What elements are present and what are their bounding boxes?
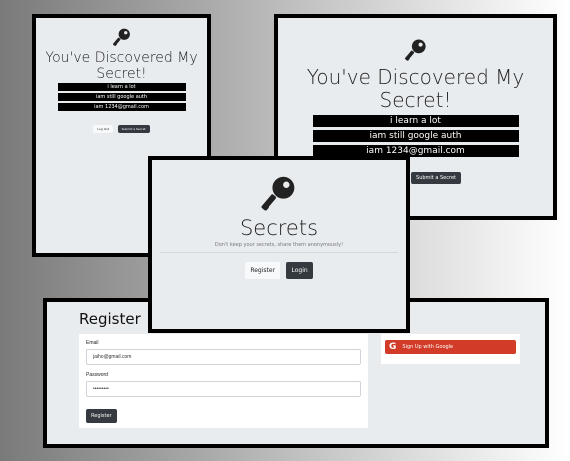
key-icon	[112, 28, 130, 47]
tagline: Don't keep your secrets, share them anon…	[214, 242, 344, 249]
page-title: You've Discovered My Secret!	[306, 65, 525, 112]
register-form: Email Password Register	[79, 334, 368, 428]
secret-item: i learn a lot	[57, 83, 186, 92]
google-signup-card: G Sign Up with Google	[381, 334, 520, 364]
register-button[interactable]: Register	[245, 262, 281, 280]
register-button[interactable]: Register	[86, 409, 117, 423]
key-icon	[404, 39, 426, 61]
email-label: Email	[86, 340, 99, 346]
secret-item: iam still google auth	[57, 93, 186, 102]
password-field[interactable]	[86, 381, 361, 397]
email-field[interactable]	[86, 349, 361, 365]
page-title: Register	[79, 310, 141, 328]
google-icon: G	[389, 342, 397, 352]
google-signup-button[interactable]: G Sign Up with Google	[385, 340, 516, 354]
secret-item: iam 1234@gmail.com	[57, 103, 186, 112]
submit-secret-button[interactable]: Submit a Secret	[411, 172, 461, 184]
submit-secret-button[interactable]: Submit a Secret	[117, 125, 150, 134]
google-signup-label: Sign Up with Google	[402, 344, 454, 350]
key-icon	[261, 176, 295, 211]
login-button[interactable]: Login	[286, 262, 313, 280]
home-page: Secrets Don't keep your secrets, share t…	[148, 156, 410, 333]
secret-item: iam still google auth	[312, 130, 519, 142]
logout-button[interactable]: Log Out	[93, 125, 114, 134]
page-title: Secrets	[239, 216, 319, 240]
page-title: You've Discovered My Secret!	[45, 50, 198, 83]
divider	[160, 252, 398, 254]
secret-item: i learn a lot	[312, 115, 519, 127]
password-label: Password	[86, 372, 108, 378]
